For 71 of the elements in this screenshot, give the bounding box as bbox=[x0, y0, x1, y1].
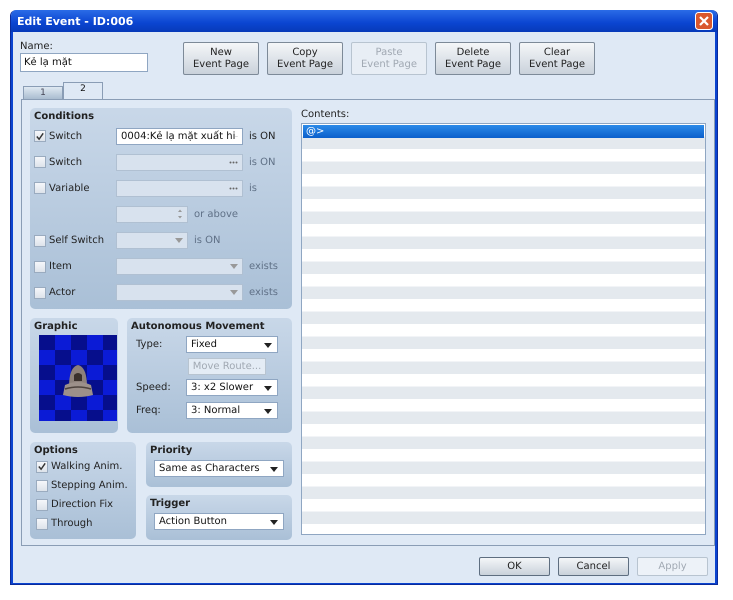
speed-dropdown[interactable]: 3: x2 Slower bbox=[186, 379, 278, 396]
checkbox-label: Through bbox=[51, 518, 92, 529]
checkbox-label: Walking Anim. bbox=[51, 461, 122, 472]
checkbox[interactable] bbox=[34, 234, 46, 247]
checkbox-label: Item bbox=[49, 261, 72, 272]
condition-suffix: is bbox=[249, 182, 257, 194]
event-page-button[interactable]: Delete Event Page bbox=[435, 42, 511, 75]
group-title: Trigger bbox=[150, 498, 192, 510]
checkbox[interactable] bbox=[34, 156, 46, 168]
event-page-button[interactable]: Copy Event Page bbox=[267, 42, 343, 75]
speed-label: Speed: bbox=[136, 382, 172, 393]
name-label: Name: bbox=[20, 40, 54, 53]
checkbox-label: Stepping Anim. bbox=[51, 480, 128, 491]
freq-dropdown[interactable]: 3: Normal bbox=[186, 402, 278, 419]
checkbox[interactable] bbox=[36, 480, 48, 492]
caret-icon[interactable] bbox=[264, 343, 272, 348]
name-field[interactable]: Kẻ lạ mặt bbox=[20, 53, 148, 72]
condition-suffix: or above bbox=[194, 208, 238, 220]
checkbox-label: Variable bbox=[49, 182, 90, 194]
character-sprite-drawing[interactable] bbox=[39, 335, 117, 421]
checkbox[interactable] bbox=[34, 260, 46, 273]
spinner-icon[interactable] bbox=[177, 208, 183, 220]
condition-field[interactable] bbox=[116, 154, 243, 171]
group-title: Priority bbox=[150, 445, 194, 457]
checkbox-label: Actor bbox=[49, 287, 76, 298]
group-title: Options bbox=[34, 445, 79, 457]
condition-suffix: exists bbox=[249, 261, 278, 272]
caret-icon[interactable] bbox=[270, 467, 278, 472]
page-tab[interactable]: 2 bbox=[63, 82, 103, 99]
condition-field[interactable]: 0004:Kẻ lạ mặt xuất hi bbox=[116, 128, 243, 145]
type-dropdown[interactable]: Fixed bbox=[186, 336, 278, 353]
condition-field[interactable] bbox=[116, 206, 188, 223]
event-page-button[interactable]: New Event Page bbox=[183, 42, 259, 75]
dialog-button[interactable]: Cancel bbox=[558, 557, 629, 576]
condition-suffix: is ON bbox=[249, 156, 276, 168]
caret-icon[interactable] bbox=[264, 409, 272, 414]
dialog-button[interactable]: OK bbox=[479, 557, 550, 576]
ellipsis-icon[interactable] bbox=[229, 160, 238, 164]
event-page-button[interactable]: Clear Event Page bbox=[519, 42, 595, 75]
condition-field[interactable] bbox=[116, 180, 243, 197]
checkbox[interactable] bbox=[34, 130, 46, 142]
group-title: Graphic bbox=[34, 321, 78, 333]
priority-dropdown[interactable]: Same as Characters bbox=[154, 460, 284, 477]
condition-field[interactable] bbox=[116, 232, 188, 250]
checkbox-label: Self Switch bbox=[49, 235, 104, 246]
trigger-dropdown[interactable]: Action Button bbox=[154, 513, 284, 530]
checkbox[interactable] bbox=[36, 460, 48, 472]
ellipsis-icon[interactable] bbox=[229, 186, 238, 190]
command-row[interactable]: @> bbox=[303, 125, 704, 138]
checkbox-label: Direction Fix bbox=[51, 499, 114, 510]
close-icon[interactable] bbox=[695, 12, 713, 30]
window-title: Edit Event - ID:006 bbox=[17, 14, 134, 28]
checkbox[interactable] bbox=[36, 498, 48, 510]
checkbox[interactable] bbox=[34, 182, 46, 194]
condition-suffix: is ON bbox=[249, 130, 276, 142]
checkbox[interactable] bbox=[36, 518, 48, 530]
condition-field[interactable] bbox=[116, 284, 243, 302]
condition-suffix: is ON bbox=[194, 235, 221, 246]
type-label: Type: bbox=[136, 339, 164, 350]
caret-icon[interactable] bbox=[270, 520, 278, 525]
group-title: Conditions bbox=[34, 111, 96, 123]
page-tab[interactable]: 1 bbox=[23, 86, 63, 99]
checkbox-label: Switch bbox=[49, 130, 82, 142]
checkbox[interactable] bbox=[34, 286, 46, 299]
group-title: Autonomous Movement bbox=[131, 321, 266, 333]
freq-label: Freq: bbox=[136, 405, 162, 416]
contents-label: Contents: bbox=[301, 108, 350, 121]
condition-suffix: exists bbox=[249, 287, 278, 298]
caret-icon[interactable] bbox=[264, 386, 272, 391]
condition-field[interactable] bbox=[116, 258, 243, 276]
checkbox-label: Switch bbox=[49, 156, 82, 168]
